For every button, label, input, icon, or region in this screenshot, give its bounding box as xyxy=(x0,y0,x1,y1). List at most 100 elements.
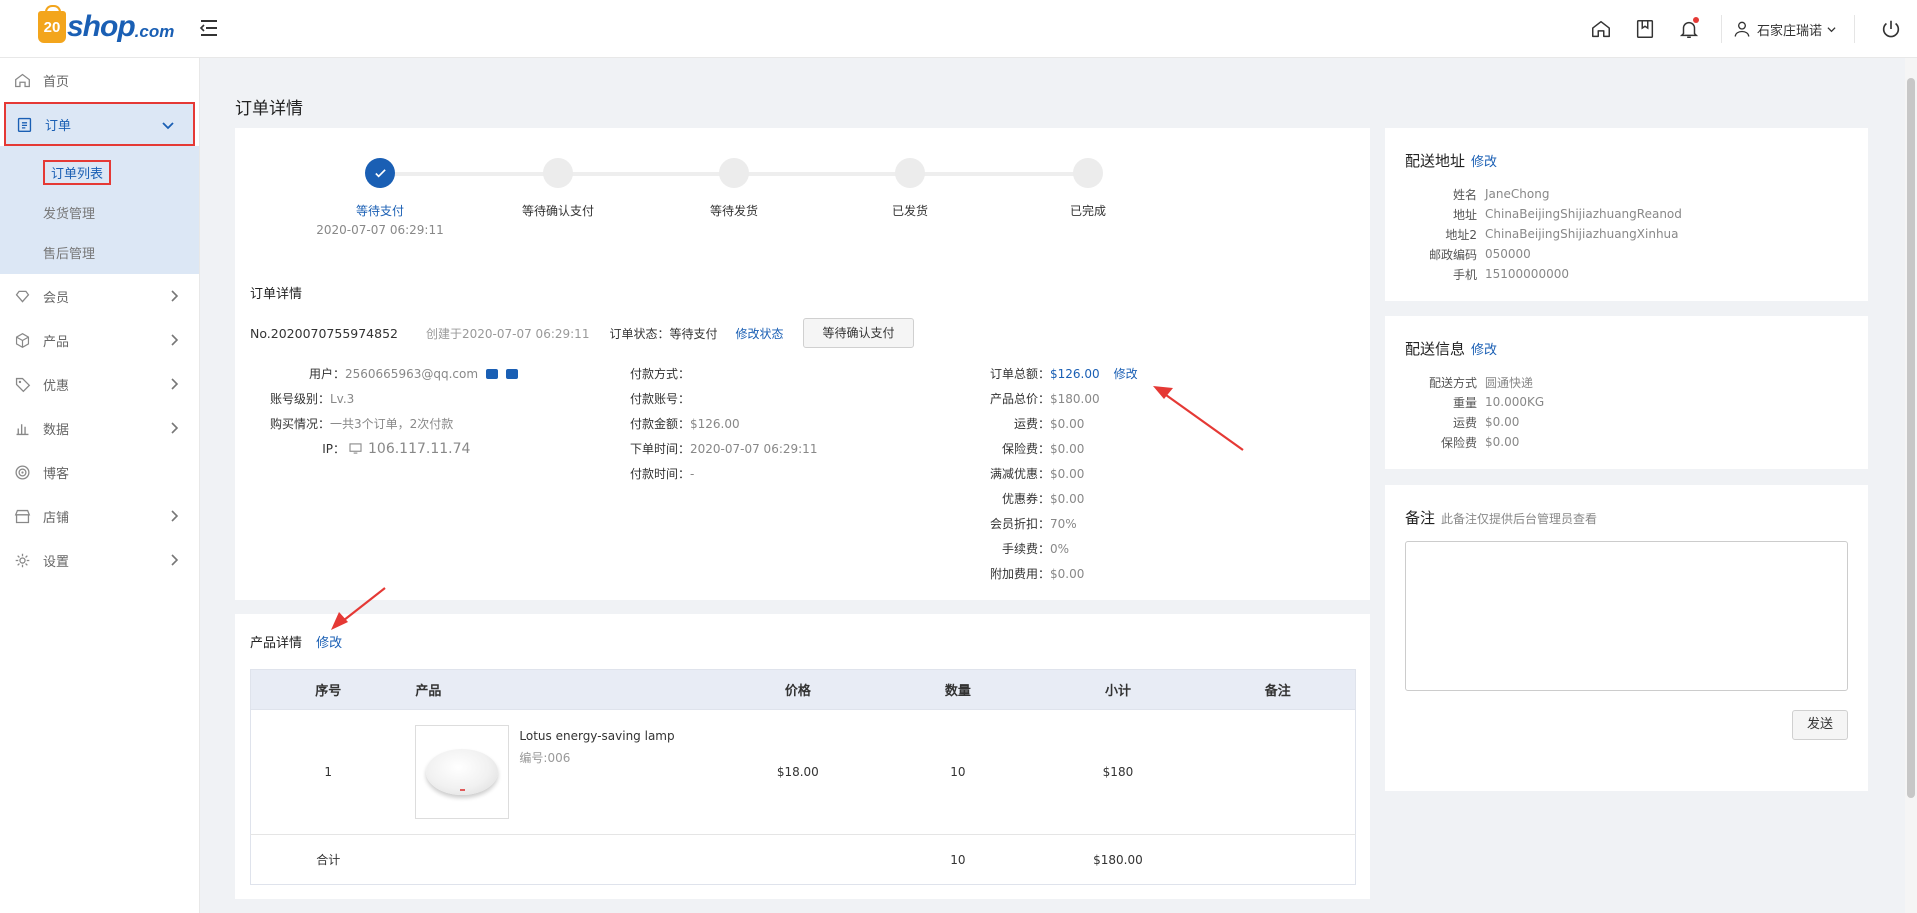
chevron-down-icon xyxy=(162,122,174,130)
gear-icon xyxy=(15,553,30,567)
submenu-item-shipping[interactable]: 发货管理 xyxy=(0,192,199,232)
step-label: 已发货 xyxy=(891,204,928,218)
sidebar-item-data[interactable]: 数据 xyxy=(0,406,199,450)
bookmark-icon[interactable] xyxy=(1623,0,1667,58)
product-name[interactable]: Lotus energy-saving lamp xyxy=(519,729,674,743)
order-detail-card: 等待支付 2020-07-07 06:29:11 等待确认支付 等待发货 已发货… xyxy=(235,128,1370,600)
sidebar-item-settings[interactable]: 设置 xyxy=(0,538,199,582)
submenu-item-after-sales[interactable]: 售后管理 xyxy=(0,232,199,272)
address-rows: 姓名 JaneChong 地址 ChinaBeijingShijiazhuangRe… xyxy=(1428,187,1682,282)
column-header: 备注 xyxy=(1200,669,1356,710)
sidebar-item-label: 设置 xyxy=(43,554,70,570)
modify-address-link[interactable]: 修改 xyxy=(1471,151,1497,170)
modify-products-link[interactable]: 修改 xyxy=(316,636,342,651)
store-icon xyxy=(14,509,31,523)
user-icon xyxy=(1734,21,1750,37)
product-table: 序号 产品 价格 数量 小计 备注 1 Lotus energy-saving … xyxy=(250,669,1356,885)
column-header: 价格 xyxy=(715,669,881,710)
step-awaiting-shipment: 等待发货 xyxy=(644,158,824,219)
email-icon[interactable] xyxy=(506,368,519,379)
modify-total-link[interactable]: 修改 xyxy=(1114,365,1138,382)
submenu-item-label: 订单列表 xyxy=(43,159,112,185)
sidebar-item-label: 博客 xyxy=(43,466,70,482)
total-qty: 10 xyxy=(880,834,1036,885)
remark-input[interactable] xyxy=(1405,541,1848,691)
home-icon xyxy=(15,73,30,87)
user-ip: 106.117.11.74 xyxy=(368,440,471,457)
column-header: 小计 xyxy=(1035,669,1201,710)
modify-status-link[interactable]: 修改状态 xyxy=(735,325,783,342)
product-price: $18.00 xyxy=(715,709,881,835)
product-qty: 10 xyxy=(880,709,1036,835)
order-number: No.2020070755974852 xyxy=(250,325,398,341)
sidebar-item-products[interactable]: 产品 xyxy=(0,318,199,362)
shipping-title: 配送信息 xyxy=(1405,340,1466,358)
page-title: 订单详情 xyxy=(235,99,303,119)
menu-collapse-icon[interactable] xyxy=(198,17,220,39)
remark-hint: 此备注仅提供后台管理员查看 xyxy=(1441,512,1598,526)
step-shipped: 已发货 xyxy=(820,158,1000,219)
order-progress-steps: 等待支付 2020-07-07 06:29:11 等待确认支付 等待发货 已发货… xyxy=(290,158,1250,238)
order-summary-line: No.2020070755974852 创建于2020-07-07 06:29:… xyxy=(250,318,914,348)
sidebar-item-blog[interactable]: 博客 xyxy=(0,450,199,494)
bell-icon[interactable] xyxy=(1667,0,1711,58)
sidebar-item-label: 店铺 xyxy=(43,510,70,526)
step-label: 等待确认支付 xyxy=(521,204,594,218)
sidebar-item-orders[interactable]: 订单 xyxy=(4,102,195,146)
modify-shipping-link[interactable]: 修改 xyxy=(1471,339,1497,358)
purchase-summary: 一共3个订单，2次付款 xyxy=(330,417,454,431)
sidebar-item-label: 优惠 xyxy=(43,378,70,394)
tag-icon xyxy=(15,377,31,392)
chevron-right-icon xyxy=(171,378,179,390)
message-icon[interactable] xyxy=(486,368,499,379)
shipping-info-card: 配送信息 修改 配送方式 圆通快递 重量 10.000KG 运费 $0.00 保险费 $… xyxy=(1385,316,1868,469)
step-label: 等待发货 xyxy=(709,204,758,218)
product-subtotal: $180 xyxy=(1035,709,1201,835)
power-icon[interactable] xyxy=(1865,0,1917,58)
diamond-icon xyxy=(15,290,30,303)
check-icon xyxy=(365,158,395,188)
sidebar-item-home[interactable]: 首页 xyxy=(0,58,199,102)
step-awaiting-confirm: 等待确认支付 xyxy=(468,158,648,219)
submenu-item-label: 发货管理 xyxy=(43,206,96,222)
table-row: 1 Lotus energy-saving lamp 编号:006 $18.00… xyxy=(250,709,1356,835)
sidebar-item-label: 首页 xyxy=(43,74,70,90)
order-total: $126.00 xyxy=(1050,366,1100,381)
sidebar-item-label: 会员 xyxy=(43,290,70,306)
sidebar-item-members[interactable]: 会员 xyxy=(0,274,199,318)
logo-mark: 20 xyxy=(38,5,66,43)
logo-suffix: .com xyxy=(134,22,175,41)
user-menu[interactable]: 石家庄瑞诺 xyxy=(1732,19,1844,39)
submenu-item-order-list[interactable]: 订单列表 xyxy=(0,152,199,192)
order-time: 2020-07-07 06:29:11 xyxy=(690,441,818,456)
box-icon xyxy=(15,332,30,348)
order-section-title: 订单详情 xyxy=(250,287,303,302)
column-header: 数量 xyxy=(880,669,1036,710)
step-completed: 已完成 xyxy=(998,158,1178,219)
page-scrollbar[interactable] xyxy=(1905,58,1917,913)
order-totals: 订单总额： $126.00 修改 产品总价： $180.00 运费： $0.00 保险费… xyxy=(989,365,1138,582)
user-name: 石家庄瑞诺 xyxy=(1756,23,1822,39)
product-image[interactable] xyxy=(415,725,510,819)
clipboard-icon xyxy=(17,117,32,132)
annotation-arrow xyxy=(1153,386,1244,451)
sidebar-item-label: 数据 xyxy=(43,422,70,438)
confirm-payment-button[interactable]: 等待确认支付 xyxy=(803,318,914,348)
sidebar-item-promotions[interactable]: 优惠 xyxy=(0,362,199,406)
shipping-address-card: 配送地址 修改 姓名 JaneChong 地址 ChinaBeijingShijia… xyxy=(1385,128,1868,301)
payment-amount: $126.00 xyxy=(690,416,740,431)
home-icon[interactable] xyxy=(1579,0,1623,58)
column-header: 产品 xyxy=(405,669,716,710)
logo[interactable]: 20 shop .com xyxy=(38,5,175,46)
payment-time: - xyxy=(690,466,695,481)
user-email: 2560665963@qq.com xyxy=(345,366,479,381)
remark-title: 备注 xyxy=(1405,509,1436,527)
step-awaiting-payment: 等待支付 2020-07-07 06:29:11 xyxy=(290,158,470,237)
payment-info: 付款方式： 付款账号： 付款金额： $126.00 下单时间： 2020-07-07… xyxy=(629,367,818,481)
send-button[interactable]: 发送 xyxy=(1791,710,1848,740)
sidebar-item-store[interactable]: 店铺 xyxy=(0,494,199,538)
logo-word: shop xyxy=(67,10,136,43)
total-subtotal: $180.00 xyxy=(1035,834,1201,885)
top-bar: 20 shop .com 石家庄瑞诺 xyxy=(0,0,1917,58)
chevron-down-icon xyxy=(1827,26,1836,32)
